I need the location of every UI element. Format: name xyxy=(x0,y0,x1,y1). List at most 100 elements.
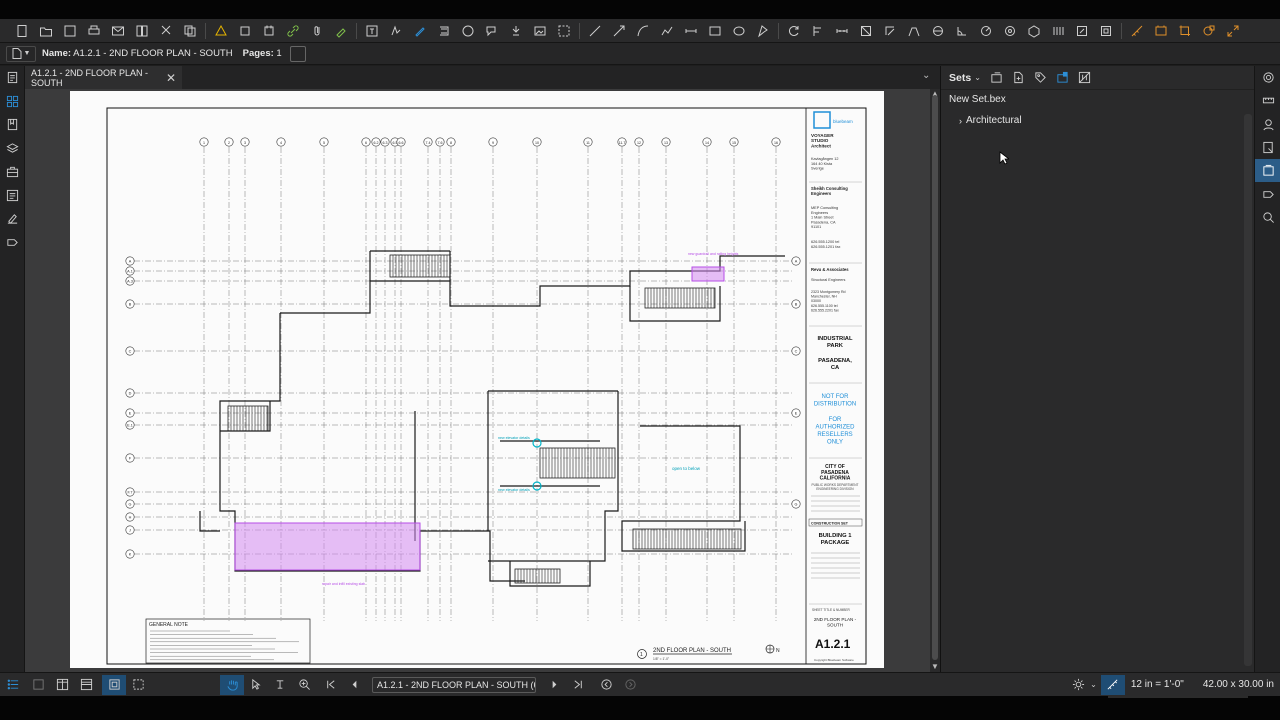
previous-page-icon[interactable] xyxy=(342,675,366,695)
print-icon[interactable] xyxy=(82,20,106,42)
pen-icon[interactable] xyxy=(408,20,432,42)
align-icon[interactable] xyxy=(806,20,830,42)
chevron-right-icon[interactable]: › xyxy=(959,116,962,126)
signatures-icon[interactable] xyxy=(0,207,25,231)
next-view-icon[interactable] xyxy=(618,675,642,695)
layers-icon[interactable] xyxy=(0,137,25,161)
custom-shape-icon[interactable] xyxy=(751,20,775,42)
measure-radius-icon[interactable] xyxy=(950,20,974,42)
document-tab[interactable]: A1.2.1 - 2ND FLOOR PLAN - SOUTH ✕ xyxy=(25,66,182,89)
highlight-icon[interactable] xyxy=(384,20,408,42)
next-page-icon[interactable] xyxy=(542,675,566,695)
warning-icon[interactable] xyxy=(209,20,233,42)
link-icon[interactable] xyxy=(281,20,305,42)
frame-icon[interactable] xyxy=(1149,20,1173,42)
measure-length-icon[interactable] xyxy=(830,20,854,42)
dimension-icon[interactable] xyxy=(679,20,703,42)
ellipse-icon[interactable] xyxy=(727,20,751,42)
properties-icon[interactable] xyxy=(0,184,25,208)
zoom-icon[interactable] xyxy=(292,675,316,695)
measure-polylength-icon[interactable] xyxy=(902,20,926,42)
compare-icon[interactable] xyxy=(130,20,154,42)
search-icon[interactable] xyxy=(1255,206,1280,229)
tool-chest-icon[interactable] xyxy=(0,160,25,184)
filter-off-icon[interactable] xyxy=(1078,71,1091,84)
links-icon[interactable] xyxy=(1255,182,1280,205)
guardrail-markup[interactable] xyxy=(691,266,725,282)
scrollbar-thumb[interactable] xyxy=(932,95,938,660)
measure-dynamic-icon[interactable] xyxy=(1094,20,1118,42)
expand-icon[interactable] xyxy=(1221,20,1245,42)
slab-infill-markup[interactable] xyxy=(234,522,421,571)
calibrate-icon[interactable] xyxy=(1100,674,1125,695)
arc-icon[interactable] xyxy=(631,20,655,42)
previous-view-icon[interactable] xyxy=(594,675,618,695)
paste-icon[interactable] xyxy=(257,20,281,42)
arrow-icon[interactable] xyxy=(607,20,631,42)
sets-title[interactable]: Sets xyxy=(949,72,971,84)
polyline-icon[interactable] xyxy=(655,20,679,42)
set-folder-architectural[interactable]: › Architectural xyxy=(959,115,1022,126)
canvas-vertical-scrollbar[interactable]: ▲ ▼ xyxy=(930,89,940,672)
eyedropper-icon[interactable] xyxy=(329,20,353,42)
tab-list-chevron-icon[interactable]: ⌄ xyxy=(922,70,930,81)
document-canvas[interactable]: 1 2 3 4 5 6 6.2 6.3 6.5 6.6 7.4 7.6 8 9 10 11 11.7 12 13 14… xyxy=(25,89,930,672)
sets-icon[interactable] xyxy=(1255,159,1280,183)
save-icon[interactable] xyxy=(58,20,82,42)
search-area-icon[interactable] xyxy=(1197,20,1221,42)
chevron-down-icon[interactable]: ⌄ xyxy=(1090,680,1097,689)
text-box-icon[interactable] xyxy=(360,20,384,42)
scroll-down-icon[interactable]: ▼ xyxy=(931,662,939,671)
line-icon[interactable] xyxy=(583,20,607,42)
document-menu-button[interactable]: ▼ xyxy=(6,45,36,62)
ruler-icon[interactable] xyxy=(1255,89,1280,112)
markups-list-toggle-icon[interactable] xyxy=(1,675,25,695)
measure-angle-icon[interactable] xyxy=(926,20,950,42)
rectangle-icon[interactable] xyxy=(703,20,727,42)
studio-icon[interactable] xyxy=(1255,113,1280,136)
chevron-down-icon[interactable]: ⌄ xyxy=(974,73,981,82)
bookmarks-icon[interactable] xyxy=(0,113,25,137)
split-vertical-icon[interactable] xyxy=(50,675,74,695)
page-navigation-field[interactable]: A1.2.1 - 2ND FLOOR PLAN - SOUTH (6 of 11… xyxy=(372,676,536,693)
image-icon[interactable] xyxy=(528,20,552,42)
snap-icon[interactable] xyxy=(126,675,150,695)
measure-sketch-icon[interactable] xyxy=(1070,20,1094,42)
tag-icon[interactable] xyxy=(1034,71,1047,84)
set-options-icon[interactable] xyxy=(1056,71,1069,84)
sets-panel-scrollbar[interactable] xyxy=(1244,114,1252,666)
settings-gear-icon[interactable] xyxy=(1255,66,1280,89)
new-set-icon[interactable] xyxy=(990,71,1003,84)
new-document-icon[interactable] xyxy=(10,20,34,42)
single-view-icon[interactable] xyxy=(26,675,50,695)
measure-volume-icon[interactable] xyxy=(998,20,1022,42)
first-page-icon[interactable] xyxy=(318,675,342,695)
measure-diameter-icon[interactable] xyxy=(974,20,998,42)
markups-list-icon[interactable] xyxy=(1255,136,1280,159)
rotate-icon[interactable] xyxy=(782,20,806,42)
stamp2-icon[interactable] xyxy=(504,20,528,42)
split-horizontal-icon[interactable] xyxy=(74,675,98,695)
sync-view-icon[interactable] xyxy=(102,674,126,695)
crop-icon[interactable] xyxy=(1173,20,1197,42)
calibrate-icon[interactable] xyxy=(1125,20,1149,42)
polygon-icon[interactable] xyxy=(456,20,480,42)
select-text-icon[interactable] xyxy=(268,675,292,695)
close-icon[interactable]: ✕ xyxy=(166,71,176,85)
copy-icon[interactable] xyxy=(178,20,202,42)
email-icon[interactable] xyxy=(106,20,130,42)
attach-icon[interactable] xyxy=(305,20,329,42)
cut-icon[interactable] xyxy=(154,20,178,42)
stamp-icon[interactable] xyxy=(233,20,257,42)
scale-readout[interactable]: 12 in = 1'-0" xyxy=(1131,679,1193,690)
snapshot-icon[interactable] xyxy=(552,20,576,42)
set-file-name[interactable]: New Set.bex xyxy=(949,94,1006,105)
cloud-icon[interactable] xyxy=(432,20,456,42)
measure-cutout-icon[interactable] xyxy=(1046,20,1070,42)
file-access-icon[interactable] xyxy=(0,66,25,90)
thumbnails-icon[interactable] xyxy=(0,90,25,114)
measurements-icon[interactable] xyxy=(0,231,25,255)
page-setup-button[interactable] xyxy=(289,45,306,62)
open-folder-icon[interactable] xyxy=(34,20,58,42)
add-files-icon[interactable] xyxy=(1012,71,1025,84)
